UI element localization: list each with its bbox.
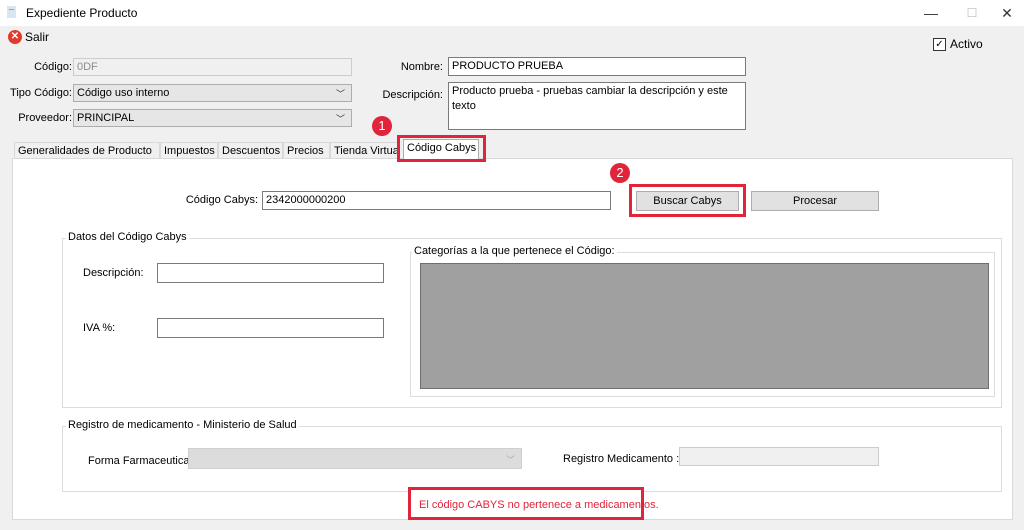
close-button[interactable]: ✕ — [992, 2, 1022, 24]
highlight-tab — [397, 135, 486, 162]
salir-button[interactable]: ✕ Salir — [8, 29, 49, 45]
minimize-button[interactable]: — — [916, 2, 946, 24]
forma-farmaceutica-select[interactable]: ﹀ — [188, 448, 522, 469]
tab-descuentos[interactable]: Descuentos — [218, 142, 283, 158]
chevron-down-icon: ﹀ — [505, 455, 515, 465]
highlight-buscar — [629, 184, 746, 217]
title-bar: Expediente Producto — ☐ ✕ — [0, 0, 1024, 26]
chevron-down-icon: ﹀ — [335, 114, 345, 124]
activo-checkbox[interactable]: ✓ Activo — [933, 37, 983, 51]
tab-precios[interactable]: Precios — [283, 142, 330, 158]
app-icon — [7, 6, 16, 18]
tipo-codigo-select[interactable]: Código uso interno ﹀ — [73, 84, 352, 102]
registro-medicamento-field[interactable] — [679, 447, 879, 466]
tipo-codigo-value: Código uso interno — [77, 87, 170, 99]
forma-farmaceutica-label: Forma Farmaceutica: — [88, 455, 193, 467]
check-icon: ✓ — [933, 37, 946, 51]
status-message: El código CABYS no pertenece a medicamen… — [419, 499, 659, 511]
proveedor-select[interactable]: PRINCIPAL ﹀ — [73, 109, 352, 127]
exit-icon: ✕ — [8, 30, 22, 44]
tipo-codigo-label: Tipo Código: — [10, 87, 72, 99]
datos-cabys-legend: Datos del Código Cabys — [66, 231, 189, 243]
salir-label: Salir — [25, 30, 50, 44]
cabys-descripcion-field[interactable] — [157, 263, 384, 283]
nombre-field[interactable]: PRODUCTO PRUEBA — [448, 57, 746, 76]
categorias-legend: Categorías a la que pertenece el Código: — [412, 245, 617, 257]
chevron-down-icon: ﹀ — [335, 89, 345, 99]
step-badge-2: 2 — [610, 163, 630, 183]
tab-impuestos[interactable]: Impuestos — [160, 142, 218, 158]
iva-field[interactable] — [157, 318, 384, 338]
step-badge-1: 1 — [372, 116, 392, 136]
proveedor-label: Proveedor: — [18, 112, 72, 124]
registro-medicamento-label: Registro Medicamento : — [563, 453, 680, 465]
maximize-button[interactable]: ☐ — [957, 2, 987, 24]
cabys-descripcion-label: Descripción: — [83, 267, 144, 279]
codigo-cabys-label: Código Cabys: — [185, 194, 258, 206]
medicamento-legend: Registro de medicamento - Ministerio de … — [66, 419, 299, 431]
message-box: El código CABYS no pertenece a medicamen… — [408, 487, 659, 520]
iva-label: IVA %: — [83, 322, 116, 334]
window-title: Expediente Producto — [26, 6, 138, 20]
nombre-label: Nombre: — [400, 61, 443, 73]
descripcion-label: Descripción: — [382, 89, 443, 101]
tab-tienda-virtual[interactable]: Tienda Virtual — [330, 142, 398, 158]
codigo-cabys-field[interactable]: 2342000000200 — [262, 191, 611, 210]
proveedor-value: PRINCIPAL — [77, 112, 135, 124]
procesar-button[interactable]: Procesar — [751, 191, 879, 211]
descripcion-field[interactable]: Producto prueba - pruebas cambiar la des… — [448, 82, 746, 130]
tab-generalidades[interactable]: Generalidades de Producto — [14, 142, 160, 158]
activo-label: Activo — [950, 37, 983, 51]
categorias-list[interactable] — [420, 263, 989, 389]
codigo-field[interactable]: 0DF — [73, 58, 352, 76]
codigo-label: Código: — [34, 61, 72, 73]
